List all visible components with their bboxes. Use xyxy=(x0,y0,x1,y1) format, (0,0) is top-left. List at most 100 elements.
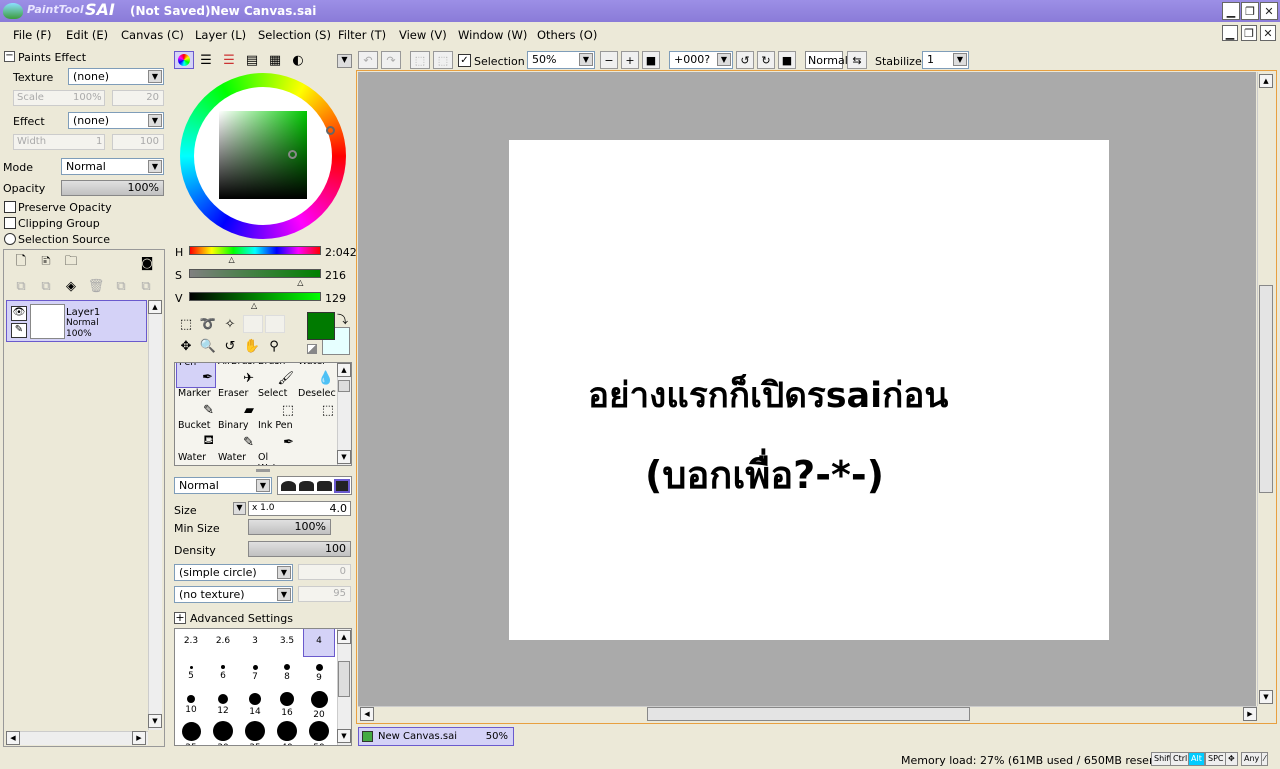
close-button[interactable]: ✕ xyxy=(1260,2,1278,20)
menu-selection[interactable]: Selection (S) xyxy=(258,28,331,42)
brush-size-option[interactable]: 20 xyxy=(303,689,335,721)
preserve-opacity-checkbox[interactable] xyxy=(4,201,16,213)
layer-mode-select[interactable]: Normal ▼ xyxy=(61,158,164,175)
undo-icon[interactable]: ↶ xyxy=(358,51,378,69)
new-folder-icon[interactable]: 🗀 xyxy=(62,254,80,272)
flip-canvas-icon[interactable]: ⇆ xyxy=(847,51,867,69)
menu-window[interactable]: Window (W) xyxy=(458,28,527,42)
brush-size-option[interactable]: 12 xyxy=(207,689,239,721)
zoom-in-icon[interactable]: + xyxy=(621,51,639,69)
brush-bucket[interactable]: Bucket ⛾ xyxy=(176,420,216,452)
swatches-tab-icon[interactable]: ▤ xyxy=(243,51,261,69)
hue-slider[interactable] xyxy=(189,246,321,255)
visibility-eye-icon[interactable]: 👁 xyxy=(11,306,27,321)
scroll-down-icon[interactable]: ▼ xyxy=(337,450,351,464)
brush-size-option[interactable]: 50 xyxy=(303,721,335,745)
scratchpad-tab-icon[interactable]: ◐ xyxy=(289,51,307,69)
layer-mask-icon[interactable]: ◙ xyxy=(138,254,156,272)
eyedropper-icon[interactable]: ⚲ xyxy=(265,337,283,355)
move-icon[interactable]: ✥ xyxy=(177,337,195,355)
scroll-right-icon[interactable]: ▶ xyxy=(132,731,146,745)
color-wheel-tab[interactable] xyxy=(174,51,194,69)
maximize-button[interactable]: ❐ xyxy=(1241,2,1259,20)
panel-menu-icon[interactable]: ▼ xyxy=(337,54,352,68)
brush-size-option[interactable]: 5 xyxy=(175,657,207,689)
redo-icon[interactable]: ↷ xyxy=(381,51,401,69)
size-slider[interactable]: x 1.0 4.0 xyxy=(248,501,351,516)
canvas-hscroll-thumb[interactable] xyxy=(647,707,970,721)
advanced-settings-label[interactable]: Advanced Settings xyxy=(190,612,293,625)
brush-water[interactable]: Water xyxy=(216,452,256,465)
scroll-left-icon[interactable]: ◀ xyxy=(6,731,20,745)
invert-selection-icon[interactable]: ⬚ xyxy=(433,51,453,69)
hsv-slider-tab-icon[interactable]: ☰ xyxy=(220,51,238,69)
brush-ink-pen[interactable]: Ink Pen ✒ xyxy=(256,420,296,452)
brush-water[interactable]: Water xyxy=(176,452,216,465)
canvas-vscroll-thumb[interactable] xyxy=(1259,285,1273,493)
scroll-up-icon[interactable]: ▲ xyxy=(337,630,351,644)
menu-filter[interactable]: Filter (T) xyxy=(338,28,386,42)
brush-water[interactable]: Water 💧 xyxy=(296,363,336,388)
paint-brush-icon[interactable]: ✎ xyxy=(11,323,27,338)
brush-size-option[interactable]: 2.3 xyxy=(175,629,207,657)
deselect-icon[interactable]: ⬚ xyxy=(410,51,430,69)
doc-close-button[interactable]: ✕ xyxy=(1260,25,1276,41)
min-size-slider[interactable]: 100% xyxy=(248,519,331,535)
new-linework-layer-icon[interactable]: 🗈 xyxy=(37,254,55,272)
brush-size-option[interactable]: 14 xyxy=(239,689,271,721)
size-multiplier-dropdown[interactable]: ▼ xyxy=(233,502,246,515)
selection-source-radio[interactable] xyxy=(4,233,16,245)
shape-hard-icon[interactable] xyxy=(317,481,332,491)
shape-square-icon[interactable] xyxy=(334,479,350,493)
rgb-slider-tab-icon[interactable]: ☰ xyxy=(197,51,215,69)
scroll-left-icon[interactable]: ◀ xyxy=(360,707,374,721)
brush-deselect[interactable]: Deselect ⬚ xyxy=(296,388,336,420)
brush-size-option[interactable]: 9 xyxy=(303,657,335,689)
brush-scroll-thumb[interactable] xyxy=(338,380,350,392)
brush-blend-select[interactable]: Normal ▼ xyxy=(174,477,272,494)
delete-mask-icon[interactable]: ⧉ xyxy=(137,277,155,295)
expand-icon[interactable]: + xyxy=(174,612,186,624)
canvas-tab[interactable]: New Canvas.sai 50% xyxy=(358,727,514,746)
view-mode-button[interactable]: Normal xyxy=(805,51,848,69)
zoom-reset-icon[interactable]: ■ xyxy=(642,51,660,69)
brush-size-option[interactable]: 16 xyxy=(271,689,303,721)
shape-medium-icon[interactable] xyxy=(299,481,314,491)
rect-select-icon[interactable]: ⬚ xyxy=(177,315,195,333)
brush-select[interactable]: Select ⬚ xyxy=(256,388,296,420)
delete-layer-icon[interactable]: 🗑 xyxy=(87,277,105,295)
brush-size-option[interactable]: 35 xyxy=(239,721,271,745)
menu-view[interactable]: View (V) xyxy=(399,28,447,42)
brush-airbrush[interactable]: AirBrush ✈ xyxy=(216,363,256,388)
stabilizer-select[interactable]: 1 ▼ xyxy=(922,51,969,69)
brush-size-option[interactable]: 4 xyxy=(303,629,335,657)
palette-tab-icon[interactable]: ▦ xyxy=(266,51,284,69)
new-layer-icon[interactable]: 🗋 xyxy=(12,254,30,272)
rotate-right-icon[interactable]: ↻ xyxy=(757,51,775,69)
sv-picker-marker[interactable] xyxy=(288,150,297,159)
scroll-right-icon[interactable]: ▶ xyxy=(1243,707,1257,721)
doc-minimize-button[interactable]: ▁ xyxy=(1222,25,1238,41)
size-scroll-thumb[interactable] xyxy=(338,661,350,697)
lasso-icon[interactable]: ➰ xyxy=(199,315,217,333)
menu-layer[interactable]: Layer (L) xyxy=(195,28,246,42)
scroll-down-icon[interactable]: ▼ xyxy=(148,714,162,728)
menu-edit[interactable]: Edit (E) xyxy=(66,28,108,42)
scroll-up-icon[interactable]: ▲ xyxy=(1259,74,1273,88)
selection-checkbox[interactable]: ✓ xyxy=(458,54,471,67)
brush-size-option[interactable]: 30 xyxy=(207,721,239,745)
zoom-out-icon[interactable]: − xyxy=(600,51,618,69)
brush-pen[interactable]: Pen ✒ xyxy=(176,363,216,388)
brush-marker[interactable]: Marker ✎ xyxy=(176,388,216,420)
hue-picker-marker[interactable] xyxy=(326,126,335,135)
brush-size-option[interactable]: 3.5 xyxy=(271,629,303,657)
scroll-up-icon[interactable]: ▲ xyxy=(148,300,162,314)
swap-colors-icon[interactable]: ⤵ xyxy=(337,311,348,327)
clipping-group-checkbox[interactable] xyxy=(4,217,16,229)
texture-select[interactable]: (none) ▼ xyxy=(68,68,164,85)
brush-texture-select[interactable]: (no texture) ▼ xyxy=(174,586,293,603)
brush-size-option[interactable]: 3 xyxy=(239,629,271,657)
doc-restore-button[interactable]: ❐ xyxy=(1241,25,1257,41)
brush-size-option[interactable]: 10 xyxy=(175,689,207,721)
hue-slider-thumb[interactable]: △ xyxy=(229,255,235,264)
